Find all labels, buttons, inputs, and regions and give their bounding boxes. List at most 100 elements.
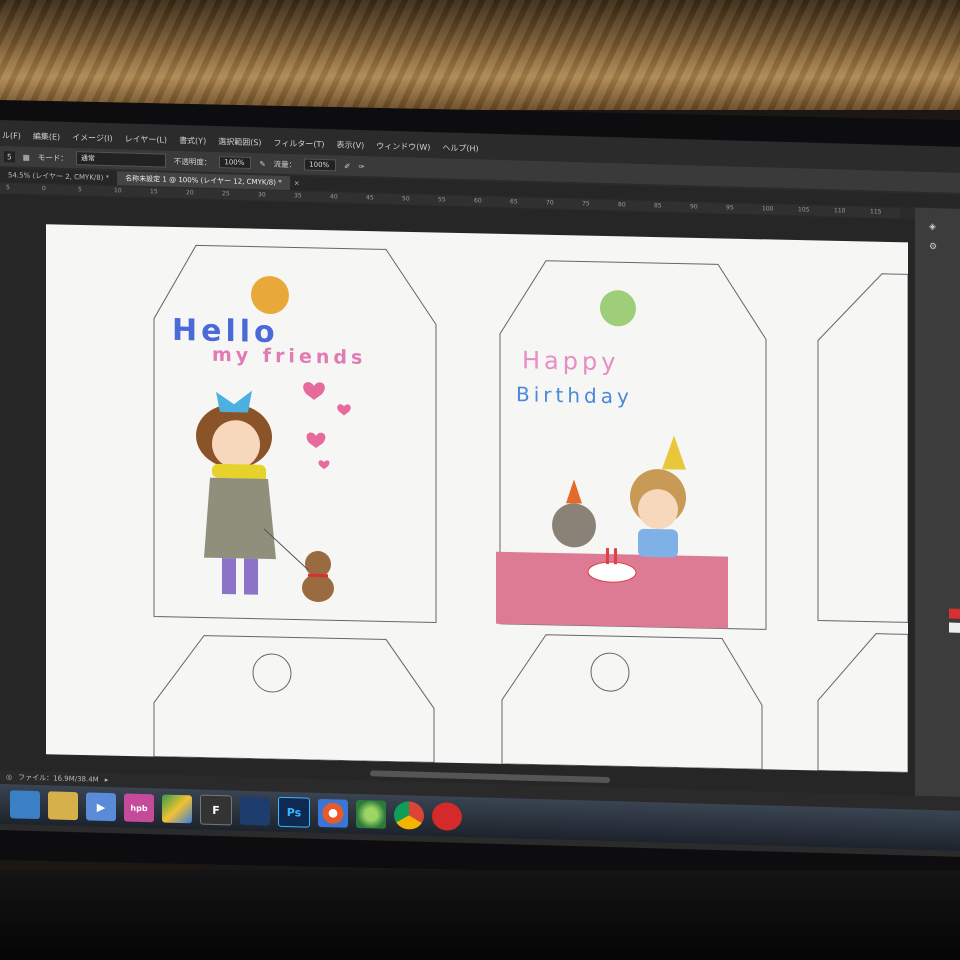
boy-party-hat [662,435,686,470]
opacity-label: 不透明度： [173,156,212,167]
background-wall [0,0,960,110]
hole-dot-orange [251,275,289,314]
heart-shape [318,460,330,470]
ruler-label: 75 [582,200,590,208]
ruler-label: 70 [546,199,554,207]
foreground-color-swatch[interactable] [949,608,960,619]
f-app-icon[interactable]: F [200,794,232,826]
flow-label: 流量： [273,159,297,169]
mode-select[interactable]: 通常 [75,151,166,168]
ink-icon[interactable] [240,796,270,826]
ruler-label: 90 [690,203,698,211]
dog-collar [308,573,328,578]
taskbar-label: Ps [286,805,302,819]
cake-candle [606,548,609,565]
ruler-label: 25 [222,190,230,198]
girl-ribbon [216,390,252,413]
card-artwork [153,244,908,773]
opacity-field[interactable]: 100% [219,156,252,170]
ruler-label: 85 [654,202,662,210]
menu-item-view[interactable]: 表示(V) [337,139,365,151]
document-canvas[interactable]: Hello my friends Happy Birthday [46,224,908,773]
heart-shape [337,404,351,416]
folder-icon[interactable] [48,791,78,821]
dog-body [302,573,334,602]
hole-dot-green [600,290,636,327]
card1-line2: my friends [212,343,367,370]
menu-item-select[interactable]: 選択範囲(S) [218,136,261,148]
ruler-label: 45 [366,194,374,202]
tag-outline-6 [817,633,908,773]
taskbar-label: F [212,803,220,817]
ruler-label: 5 [78,186,82,194]
bear-party-hat [566,479,582,504]
menu-item-image[interactable]: イメージ(I) [72,132,112,144]
brush-size-icon[interactable]: 5 [4,150,15,162]
photoshop-icon[interactable]: Ps [278,796,310,828]
pressure-size-icon[interactable]: ✑ [358,162,364,171]
girl-leg [222,557,236,595]
menu-item-edit[interactable]: 編集(E) [33,130,60,142]
ruler-label: 80 [618,201,626,209]
close-icon[interactable]: × [294,179,300,187]
bear-head [552,503,596,548]
heart-shape [303,382,325,400]
tag-outline-3 [817,273,908,623]
background-color-swatch[interactable] [949,622,960,633]
girl-coat [204,477,276,560]
menu-item-window[interactable]: ウィンドウ(W) [376,140,430,153]
ruler-label: 95 [726,204,734,212]
info-icon: ◎ [6,773,13,782]
ruler-label: 60 [474,197,482,205]
pressure-opacity-icon[interactable]: ✎ [259,159,265,168]
ruler-label: 50 [402,195,410,203]
airbrush-icon[interactable]: ✐ [344,161,350,170]
right-panel-dock: ◈ ⚙ [915,207,960,849]
tag-outline-4 [153,635,435,763]
taskbar-label: hpb [130,803,148,813]
dog-head [305,550,331,577]
maps-icon[interactable] [356,799,386,829]
ruler-label: 100 [762,205,774,213]
ruler-label: 55 [438,196,446,204]
flow-field[interactable]: 100% [304,158,337,172]
panel-toggle-icon[interactable]: ◈ [929,222,936,232]
menu-item-file[interactable]: ル(F) [2,130,21,142]
ruler-label: 15 [150,188,158,196]
menu-item-filter[interactable]: フィルター(T) [274,137,325,149]
menu-item-help[interactable]: ヘルプ(H) [442,142,478,154]
drive-icon[interactable] [162,794,192,824]
brush-panel-icon[interactable]: ▦ [23,152,30,161]
mode-label: モード： [37,152,68,163]
panel-properties-icon[interactable]: ⚙ [929,242,937,252]
card2-line2: Birthday [516,382,633,409]
ruler-label: 20 [186,189,194,197]
taskbar-label: ▶ [96,800,106,814]
ruler-label: 5 [6,184,10,192]
explorer-icon[interactable] [10,790,40,820]
menu-item-type[interactable]: 書式(Y) [179,135,206,147]
ruler-label: 65 [510,198,518,206]
chromium-icon[interactable] [318,798,348,828]
tag-outline-5 [501,634,763,770]
hpb-icon[interactable]: hpb [124,793,154,823]
status-arrow-icon[interactable]: ▸ [105,776,109,784]
ruler-label: 30 [258,191,266,199]
ruler-label: 105 [798,206,810,214]
keyboard-foreground [0,870,960,960]
ruler-label: 35 [294,192,302,200]
file-size-readout: ファイル：16.9M/38.4M [18,773,99,784]
ruler-label: 115 [870,208,882,216]
photoshop-window: ル(F) 編集(E) イメージ(I) レイヤー(L) 書式(Y) 選択範囲(S)… [0,120,960,857]
boy-shirt [638,528,678,558]
card2-line1: Happy [522,346,620,377]
heart-shape [306,432,326,448]
media-icon[interactable]: ▶ [86,792,116,822]
cake-candle [614,548,617,565]
ruler-label: 110 [834,207,846,215]
menu-item-layer[interactable]: レイヤー(L) [125,133,167,145]
ruler-label: 40 [330,193,338,201]
security-icon[interactable] [432,802,462,831]
chrome-icon[interactable] [394,801,424,830]
tag-hole-5 [590,652,630,692]
